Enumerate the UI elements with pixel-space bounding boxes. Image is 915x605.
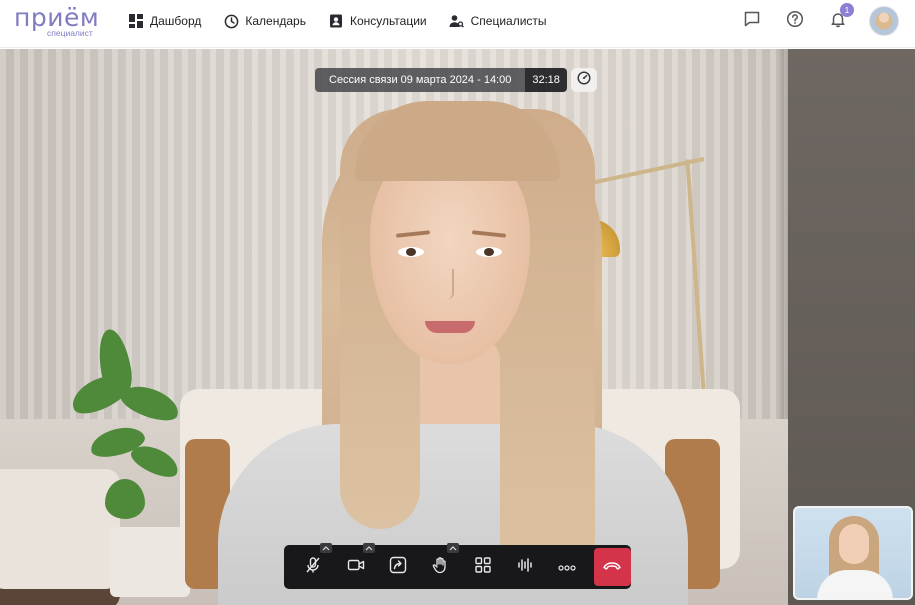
share-screen-icon (389, 556, 407, 579)
help-button[interactable] (784, 10, 806, 32)
mic-toggle-button[interactable] (292, 543, 334, 585)
participant-nose (446, 269, 454, 299)
self-view-video[interactable] (793, 506, 913, 600)
notifications-button[interactable]: 1 (827, 3, 854, 32)
brand-logo[interactable]: приём специалист (14, 5, 104, 39)
connection-quality-button[interactable] (570, 68, 597, 92)
help-icon (786, 10, 804, 33)
video-background-pot (110, 527, 190, 597)
end-call-button[interactable] (593, 548, 631, 586)
session-title: Сессия связи 09 марта 2024 - 14:00 (315, 68, 526, 92)
users-icon (449, 13, 465, 29)
layout-button[interactable] (461, 549, 503, 585)
more-options-button[interactable] (546, 549, 588, 585)
mic-off-icon (304, 556, 322, 579)
session-timer: 32:18 (525, 68, 567, 92)
clock-icon (223, 13, 239, 29)
dashboard-icon (128, 13, 144, 29)
reactions-options-button[interactable] (447, 543, 460, 553)
participant-mouth (425, 321, 475, 333)
session-info: Сессия связи 09 марта 2024 - 14:00 32:18 (315, 68, 597, 92)
nav-item-dashboard[interactable]: Дашборд (128, 13, 201, 29)
audio-levels-button[interactable] (504, 549, 546, 585)
camera-icon (347, 557, 365, 578)
top-header: приём специалист Дашборд Календарь Консу… (0, 0, 915, 48)
grid-icon (474, 556, 492, 579)
share-screen-button[interactable] (377, 549, 419, 585)
nav-item-label: Дашборд (150, 14, 202, 28)
notification-badge: 1 (840, 3, 854, 17)
speedometer-icon (577, 70, 591, 90)
brand-subtitle: специалист (47, 28, 93, 38)
more-icon (558, 558, 576, 576)
participant-eye (398, 247, 424, 257)
nav-item-label: Консультации (349, 14, 427, 28)
nav-item-label: Специалисты (470, 14, 547, 28)
camera-toggle-button[interactable] (334, 543, 376, 585)
call-controls (284, 543, 631, 589)
header-actions: 1 (720, 3, 899, 36)
main-nav: Дашборд Календарь Консультации Специалис… (128, 0, 569, 42)
chat-button[interactable] (741, 10, 763, 32)
self-view-face (839, 524, 869, 564)
user-avatar[interactable] (869, 6, 899, 36)
nav-item-specialists[interactable]: Специалисты (449, 13, 547, 29)
nav-item-label: Календарь (245, 14, 306, 28)
nav-item-calendar[interactable]: Календарь (223, 13, 306, 29)
waveform-icon (516, 556, 534, 579)
chat-icon (743, 10, 761, 33)
participant-eye (476, 247, 502, 257)
raise-hand-button[interactable] (419, 543, 461, 585)
contact-card-icon (328, 13, 344, 29)
remote-video: Сессия связи 09 марта 2024 - 14:00 32:18 (0, 49, 915, 605)
hand-icon (431, 556, 449, 579)
hangup-icon (602, 558, 622, 576)
video-background-plant (60, 319, 190, 549)
nav-item-consultations[interactable]: Консультации (328, 13, 427, 29)
mic-options-button[interactable] (320, 543, 333, 553)
camera-options-button[interactable] (362, 543, 375, 553)
